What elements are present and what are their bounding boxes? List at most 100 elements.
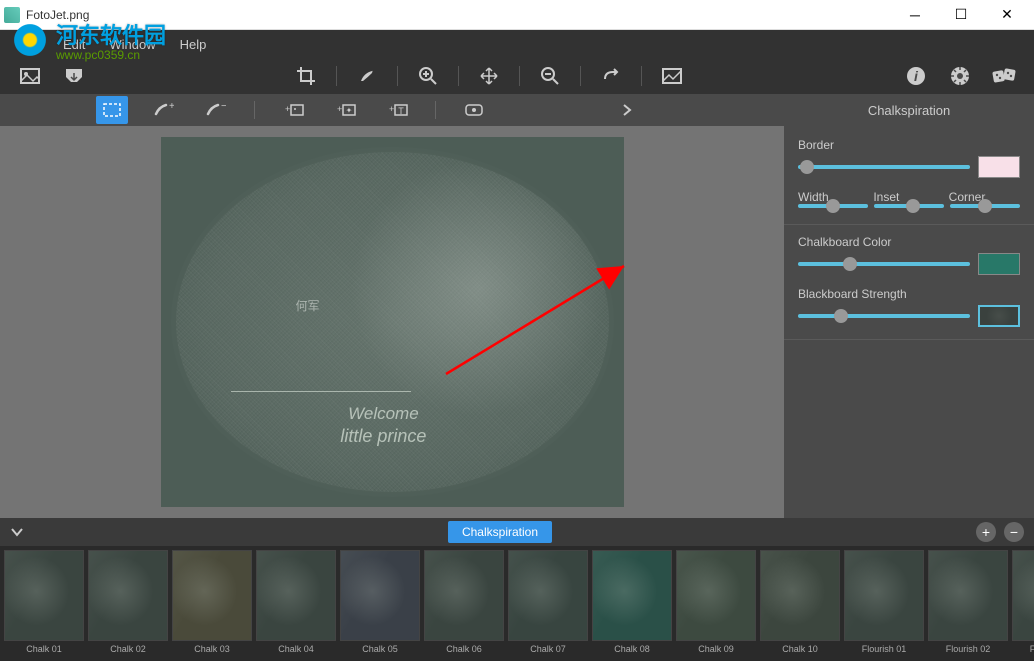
thumbnail-item[interactable]: Chalk 06	[424, 550, 504, 657]
svg-text:✦: ✦	[346, 106, 353, 115]
canvas[interactable]: 何军 Welcome little prince	[161, 137, 624, 507]
thumbnail-item[interactable]: Chalk 08	[592, 550, 672, 657]
sub-toolbar: + − + +✦ +T Chalkspiration	[0, 94, 1034, 126]
blackboard-strength-label: Blackboard Strength	[798, 287, 1020, 301]
thumbnail-preview	[760, 550, 840, 641]
thumbnail-preview	[4, 550, 84, 641]
thumbnail-item[interactable]: Flourish 01	[844, 550, 924, 657]
svg-text:+: +	[285, 104, 290, 114]
thumbnail-item[interactable]: Chalk 01	[4, 550, 84, 657]
thumbnail-preview	[676, 550, 756, 641]
svg-text:+: +	[337, 104, 342, 114]
save-button[interactable]	[56, 60, 92, 92]
thumbnail-preview	[340, 550, 420, 641]
menu-edit[interactable]: Edit	[53, 33, 95, 56]
app-icon	[4, 7, 20, 23]
window-controls: ─ ☐ ✕	[892, 0, 1030, 30]
chalkboard-color-slider[interactable]	[798, 262, 970, 266]
main-toolbar: i	[0, 58, 1034, 94]
width-slider[interactable]	[798, 204, 868, 208]
svg-text:+: +	[169, 102, 174, 112]
border-color-swatch[interactable]	[978, 156, 1020, 178]
thumbnail-label: Chalk 08	[592, 641, 672, 657]
titlebar: FotoJet.png ─ ☐ ✕	[0, 0, 1034, 30]
thumbnail-label: Chalk 05	[340, 641, 420, 657]
move-button[interactable]	[471, 60, 507, 92]
thumbnail-preview	[172, 550, 252, 641]
minimize-button[interactable]: ─	[892, 0, 938, 30]
menubar: File Edit Window Help	[0, 30, 1034, 58]
thumbnail-preview	[88, 550, 168, 641]
chalkboard-color-swatch[interactable]	[978, 253, 1020, 275]
thumbnail-label: Flourish 02	[928, 641, 1008, 657]
inset-slider[interactable]	[874, 204, 944, 208]
thumbnail-item[interactable]: Chalk 07	[508, 550, 588, 657]
thumbnail-preview	[928, 550, 1008, 641]
thumbnail-item[interactable]: Flourish 03	[1012, 550, 1034, 657]
thumbnail-label: Chalk 10	[760, 641, 840, 657]
dice-button[interactable]	[986, 60, 1022, 92]
thumbnail-label: Flourish 01	[844, 641, 924, 657]
thumbnail-preview	[844, 550, 924, 641]
blackboard-texture-swatch[interactable]	[978, 305, 1020, 327]
add-preset-button[interactable]: +	[976, 522, 996, 542]
maximize-button[interactable]: ☐	[938, 0, 984, 30]
remove-preset-button[interactable]: −	[1004, 522, 1024, 542]
thumbnail-item[interactable]: Chalk 10	[760, 550, 840, 657]
add-effect-tool[interactable]: +✦	[329, 96, 361, 124]
thumbnail-item[interactable]: Flourish 02	[928, 550, 1008, 657]
thumbnails-strip[interactable]: Chalk 01Chalk 02Chalk 03Chalk 04Chalk 05…	[0, 546, 1034, 661]
thumbnail-label: Chalk 01	[4, 641, 84, 657]
info-button[interactable]: i	[898, 60, 934, 92]
zoom-in-button[interactable]	[410, 60, 446, 92]
thumbnail-item[interactable]: Chalk 03	[172, 550, 252, 657]
corner-slider[interactable]	[950, 204, 1020, 208]
canvas-text-line1: Welcome	[340, 404, 426, 424]
blackboard-strength-slider[interactable]	[798, 314, 970, 318]
canvas-area: 何军 Welcome little prince	[0, 126, 784, 518]
chalkboard-color-label: Chalkboard Color	[798, 235, 1020, 249]
thumbnail-item[interactable]: Chalk 04	[256, 550, 336, 657]
settings-button[interactable]	[942, 60, 978, 92]
crop-button[interactable]	[288, 60, 324, 92]
canvas-text-line2: little prince	[340, 426, 426, 447]
thumbnail-preview	[508, 550, 588, 641]
thumbnail-label: Chalk 09	[676, 641, 756, 657]
brush-add-tool[interactable]: +	[148, 96, 180, 124]
canvas-label-text: 何军	[296, 297, 320, 314]
filter-expand-button[interactable]	[10, 527, 24, 537]
close-button[interactable]: ✕	[984, 0, 1030, 30]
compare-button[interactable]	[654, 60, 690, 92]
thumbnail-label: Chalk 04	[256, 641, 336, 657]
panel-title: Chalkspiration	[784, 103, 1034, 118]
thumbnail-label: Flourish 03	[1012, 641, 1034, 657]
clone-button[interactable]	[349, 60, 385, 92]
add-image-tool[interactable]: +	[277, 96, 309, 124]
brush-remove-tool[interactable]: −	[200, 96, 232, 124]
menu-file[interactable]: File	[8, 33, 49, 56]
menu-help[interactable]: Help	[170, 33, 217, 56]
thumbnail-item[interactable]: Chalk 02	[88, 550, 168, 657]
zoom-out-button[interactable]	[532, 60, 568, 92]
thumbnail-item[interactable]: Chalk 05	[340, 550, 420, 657]
add-text-tool[interactable]: +T	[381, 96, 413, 124]
panel-collapse-button[interactable]	[622, 103, 632, 117]
redo-button[interactable]	[593, 60, 629, 92]
thumbnail-preview	[1012, 550, 1034, 641]
thumbnail-label: Chalk 07	[508, 641, 588, 657]
thumbnail-preview	[256, 550, 336, 641]
transform-tool[interactable]	[458, 96, 490, 124]
svg-text:−: −	[221, 102, 226, 112]
menu-window[interactable]: Window	[99, 33, 165, 56]
thumbnail-preview	[592, 550, 672, 641]
svg-text:T: T	[398, 106, 404, 116]
open-button[interactable]	[12, 60, 48, 92]
thumbnail-label: Chalk 02	[88, 641, 168, 657]
canvas-line	[231, 391, 411, 392]
thumbnail-item[interactable]: Chalk 09	[676, 550, 756, 657]
marquee-tool[interactable]	[96, 96, 128, 124]
filter-category-badge[interactable]: Chalkspiration	[448, 521, 552, 543]
border-slider[interactable]	[798, 165, 970, 169]
thumbnail-label: Chalk 06	[424, 641, 504, 657]
filter-bar: Chalkspiration + −	[0, 518, 1034, 546]
